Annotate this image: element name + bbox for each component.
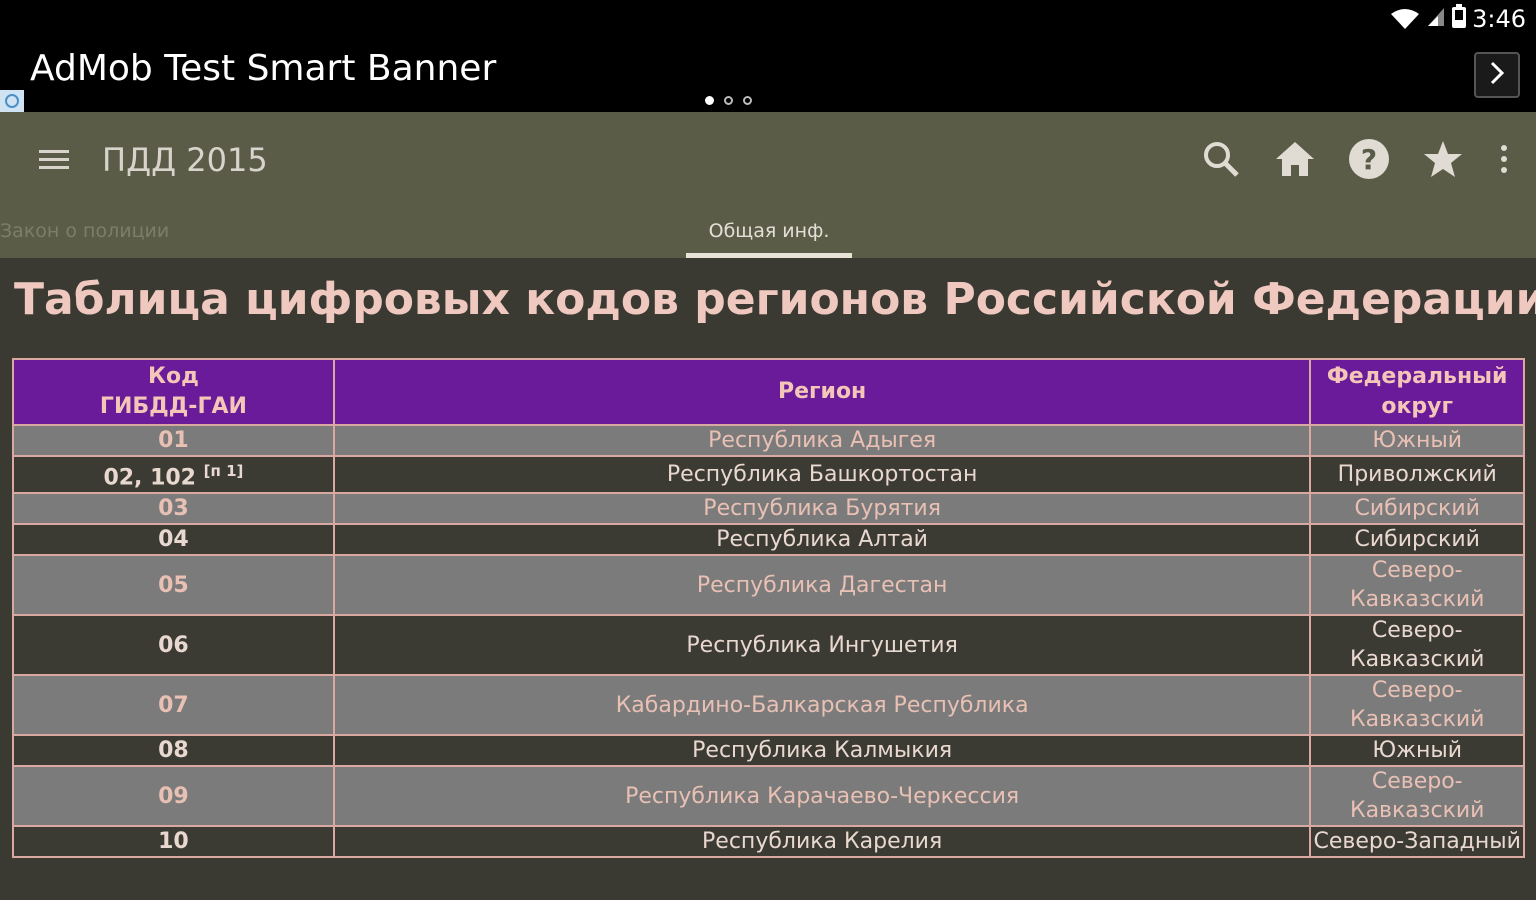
pager-dot xyxy=(705,96,714,105)
pager-dot xyxy=(743,96,752,105)
table-row: 02, 102 [п 1] Республика Башкортостан Пр… xyxy=(12,454,1525,495)
cell-code: 03 xyxy=(12,492,335,526)
home-icon[interactable] xyxy=(1272,136,1318,182)
ad-pager-dots xyxy=(705,96,752,105)
menu-icon[interactable] xyxy=(36,142,72,178)
help-icon[interactable]: ? xyxy=(1346,136,1392,182)
cell-region: Республика Карелия xyxy=(332,825,1312,859)
cell-code: 08 xyxy=(12,734,335,768)
app-title: ПДД 2015 xyxy=(102,141,268,179)
clock: 3:46 xyxy=(1472,5,1526,33)
table-row: 01 Республика Адыгея Южный xyxy=(12,424,1525,457)
cell-region: Республика Алтай xyxy=(332,523,1312,557)
header-code-line2: ГИБДД-ГАИ xyxy=(99,394,247,419)
cell-fd: Северо-Кавказский xyxy=(1309,765,1525,828)
header-region: Регион xyxy=(332,358,1312,426)
tab-bar: Закон о полиции Общая инф. xyxy=(0,208,1536,258)
table-row: 06 Республика Ингушетия Северо-Кавказски… xyxy=(12,614,1525,677)
cell-code: 06 xyxy=(12,614,335,677)
ad-next-button[interactable] xyxy=(1474,52,1520,98)
cell-code: 07 xyxy=(12,674,335,737)
footnote-link[interactable]: [п 1] xyxy=(204,462,244,480)
star-icon[interactable] xyxy=(1420,136,1466,182)
cell-region: Республика Ингушетия xyxy=(332,614,1312,677)
battery-icon xyxy=(1452,4,1467,34)
svg-text:?: ? xyxy=(1361,143,1377,176)
header-fd-line2: округ xyxy=(1381,394,1454,419)
chevron-right-icon xyxy=(1487,60,1507,90)
tab-general-info[interactable]: Общая инф. xyxy=(686,220,852,242)
cell-fd: Сибирский xyxy=(1309,523,1525,557)
cell-fd: Южный xyxy=(1309,424,1525,457)
content-area: Таблица цифровых кодов регионов Российск… xyxy=(0,258,1536,900)
search-icon[interactable] xyxy=(1198,136,1244,182)
table-row: 09 Республика Карачаево-Черкессия Северо… xyxy=(12,765,1525,828)
cell-fd: Северо-Кавказский xyxy=(1309,554,1525,617)
cell-region: Республика Башкортостан xyxy=(332,454,1312,495)
overflow-menu-icon[interactable] xyxy=(1494,136,1514,182)
tab-police-law[interactable]: Закон о полиции xyxy=(0,220,169,242)
cell-region: Кабардино-Балкарская Республика xyxy=(332,674,1312,737)
cell-region: Республика Адыгея xyxy=(332,424,1312,457)
cell-region: Республика Дагестан xyxy=(332,554,1312,617)
cell-fd: Приволжский xyxy=(1309,454,1525,495)
wifi-icon xyxy=(1390,8,1420,30)
table-row: 04 Республика Алтай Сибирский xyxy=(12,523,1525,557)
cell-code: 05 xyxy=(12,554,335,617)
header-code-line1: Код xyxy=(147,364,199,389)
table-row: 05 Республика Дагестан Северо-Кавказский xyxy=(12,554,1525,617)
header-code: Код ГИБДД-ГАИ xyxy=(12,358,335,426)
cell-fd: Южный xyxy=(1309,734,1525,768)
toolbar-actions: ? xyxy=(1198,136,1514,182)
cell-fd: Сибирский xyxy=(1309,492,1525,526)
cell-signal-icon xyxy=(1426,5,1446,33)
table-row: 07 Кабардино-Балкарская Республика Север… xyxy=(12,674,1525,737)
cell-fd: Северо-Западный xyxy=(1309,825,1525,859)
cell-code: 02, 102 [п 1] xyxy=(12,454,335,495)
header-fd-line1: Федеральный xyxy=(1326,364,1508,389)
cell-region: Республика Калмыкия xyxy=(332,734,1312,768)
cell-fd: Северо-Кавказский xyxy=(1309,674,1525,737)
page-title: Таблица цифровых кодов регионов Российск… xyxy=(14,274,1536,325)
ad-info-icon[interactable] xyxy=(0,90,24,112)
table-row: 03 Республика Бурятия Сибирский xyxy=(12,492,1525,526)
app-toolbar: ПДД 2015 ? xyxy=(0,112,1536,208)
cell-code: 09 xyxy=(12,765,335,828)
table-header-row: Код ГИБДД-ГАИ Регион Федеральный округ xyxy=(12,358,1525,426)
cell-code: 10 xyxy=(12,825,335,859)
table-row: 08 Республика Калмыкия Южный xyxy=(12,734,1525,768)
pager-dot xyxy=(724,96,733,105)
cell-region: Республика Бурятия xyxy=(332,492,1312,526)
cell-code: 01 xyxy=(12,424,335,457)
status-bar: 3:46 xyxy=(1390,4,1526,34)
cell-region: Республика Карачаево-Черкессия xyxy=(332,765,1312,828)
ad-banner[interactable]: 3:46 AdMob Test Smart Banner xyxy=(0,0,1536,112)
cell-code-text: 02, 102 xyxy=(103,465,196,491)
header-fd: Федеральный округ xyxy=(1309,358,1525,426)
cell-code: 04 xyxy=(12,523,335,557)
regions-table: Код ГИБДД-ГАИ Регион Федеральный округ 0… xyxy=(12,358,1525,859)
cell-fd: Северо-Кавказский xyxy=(1309,614,1525,677)
ad-title[interactable]: AdMob Test Smart Banner xyxy=(30,48,496,89)
table-row: 10 Республика Карелия Северо-Западный xyxy=(12,825,1525,859)
